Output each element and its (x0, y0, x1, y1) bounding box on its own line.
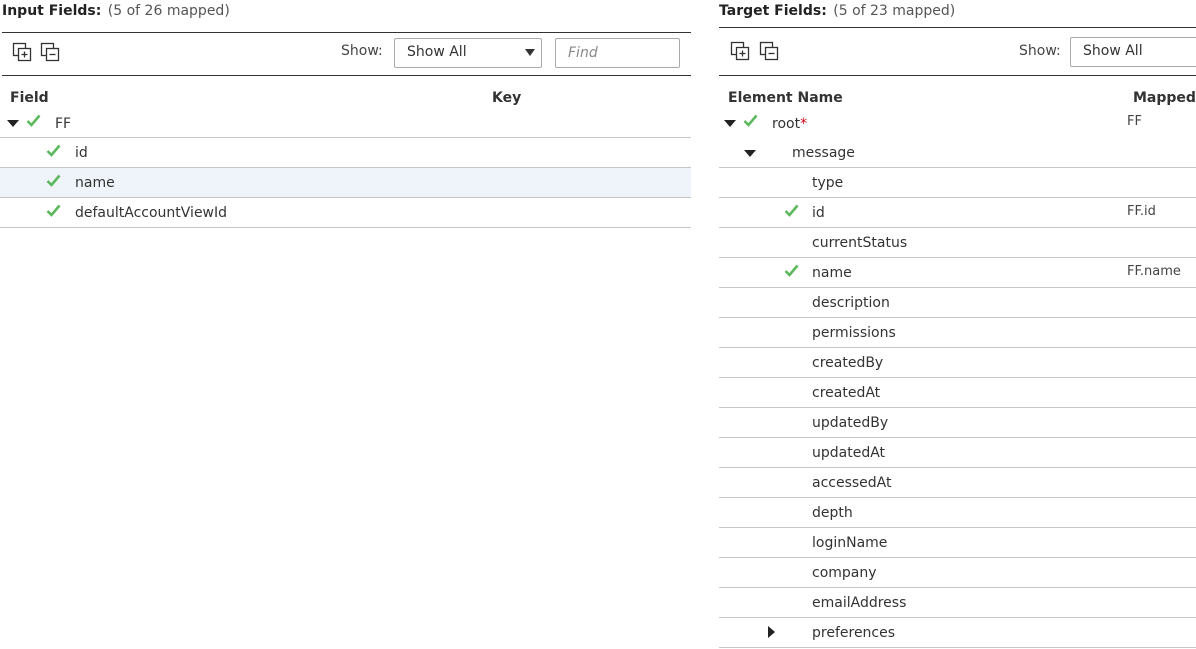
mapped-value: FF (1127, 114, 1142, 129)
field-name: FF (55, 116, 72, 132)
element-name: updatedBy (812, 415, 889, 431)
tree-row-permissions[interactable]: permissions (719, 318, 1196, 348)
mapped-value: FF.id (1127, 204, 1156, 219)
element-name: createdBy (812, 355, 884, 371)
tree-row-updatedat[interactable]: updatedAt (719, 438, 1196, 468)
tree-row-loginname[interactable]: loginName (719, 528, 1196, 558)
show-label: Show: (1019, 43, 1061, 59)
show-filter-select[interactable]: Show All (1070, 37, 1196, 67)
expand-caret-icon[interactable] (724, 120, 736, 127)
mapped-check-icon (46, 144, 61, 157)
tree-row-createdby[interactable]: createdBy (719, 348, 1196, 378)
input-fields-count: (5 of 26 mapped) (107, 3, 230, 19)
expand-all-button[interactable] (730, 41, 750, 61)
field-name: name (75, 175, 115, 191)
expand-all-icon (730, 41, 750, 61)
show-filter-select[interactable]: Show All (394, 38, 542, 68)
tree-row-name[interactable]: name FF.name (719, 258, 1196, 288)
input-fields-panel: Input Fields: (5 of 26 mapped) Show: Sho… (0, 0, 691, 649)
mapped-check-icon (784, 204, 799, 217)
mapped-check-icon (46, 174, 61, 187)
element-name-text: root (772, 116, 801, 132)
tree-row-updatedby[interactable]: updatedBy (719, 408, 1196, 438)
target-fields-title: Target Fields: (5 of 23 mapped) (719, 3, 955, 19)
target-fields-label: Target Fields: (719, 3, 827, 19)
element-name: createdAt (812, 385, 881, 401)
tree-row-depth[interactable]: depth (719, 498, 1196, 528)
tree-row-company[interactable]: company (719, 558, 1196, 588)
tree-row-currentstatus[interactable]: currentStatus (719, 228, 1196, 258)
mapped-check-icon (26, 114, 41, 127)
tree-row-root[interactable]: root* FF (719, 108, 1196, 138)
target-toolbar: Show: Show All (719, 27, 1196, 76)
collapse-all-icon (40, 42, 60, 62)
input-toolbar: Show: Show All (2, 32, 691, 76)
mapped-check-icon (743, 114, 758, 127)
element-name: description (812, 295, 890, 311)
tree-row-defaultaccountviewid[interactable]: defaultAccountViewId (0, 198, 691, 228)
mapped-check-icon (784, 264, 799, 277)
input-fields-title: Input Fields: (5 of 26 mapped) (2, 3, 230, 19)
field-name: id (75, 145, 88, 161)
tree-row-preferences[interactable]: preferences (719, 618, 1196, 648)
expand-caret-icon[interactable] (744, 150, 756, 157)
tree-row-message[interactable]: message (719, 138, 1196, 168)
element-name: accessedAt (812, 475, 892, 491)
tree-row-createdat[interactable]: createdAt (719, 378, 1196, 408)
field-name: defaultAccountViewId (75, 205, 228, 221)
element-name: permissions (812, 325, 896, 341)
mapped-value: FF.name (1127, 264, 1181, 279)
input-field-tree: FF id name defaultAccountViewId (0, 108, 691, 228)
element-name: currentStatus (812, 235, 908, 251)
collapse-all-button[interactable] (40, 42, 60, 62)
element-name: root* (772, 116, 807, 132)
tree-row-id[interactable]: id (0, 138, 691, 168)
expand-all-button[interactable] (12, 42, 32, 62)
element-name: name (812, 265, 852, 281)
tree-row-description[interactable]: description (719, 288, 1196, 318)
mapped-check-icon (46, 204, 61, 217)
element-name: company (812, 565, 877, 581)
field-column-header[interactable]: Field (10, 90, 49, 106)
expand-caret-icon[interactable] (7, 120, 19, 127)
tree-row-name[interactable]: name (0, 168, 691, 198)
collapse-all-icon (759, 41, 779, 61)
element-name: emailAddress (812, 595, 907, 611)
show-filter-value: Show All (407, 44, 467, 60)
show-label: Show: (341, 43, 383, 59)
element-name: id (812, 205, 825, 221)
element-name-column-header[interactable]: Element Name (728, 90, 843, 106)
tree-row-type[interactable]: type (719, 168, 1196, 198)
expand-caret-icon[interactable] (768, 626, 775, 638)
key-column-header[interactable]: Key (492, 90, 521, 106)
expand-all-icon (12, 42, 32, 62)
target-fields-count: (5 of 23 mapped) (833, 3, 956, 19)
show-filter-value: Show All (1083, 43, 1143, 59)
element-name: loginName (812, 535, 888, 551)
target-field-tree: root* FF message type id FF.id currentSt… (719, 108, 1196, 648)
tree-row-ff[interactable]: FF (0, 108, 691, 138)
collapse-all-button[interactable] (759, 41, 779, 61)
mapped-column-header[interactable]: Mapped (1133, 90, 1196, 106)
tree-row-id[interactable]: id FF.id (719, 198, 1196, 228)
chevron-down-icon (525, 49, 535, 56)
element-name: preferences (812, 625, 896, 641)
required-marker: * (800, 116, 808, 132)
target-fields-panel: Target Fields: (5 of 23 mapped) Show: Sh… (719, 0, 1196, 649)
tree-row-accessedat[interactable]: accessedAt (719, 468, 1196, 498)
input-fields-label: Input Fields: (2, 3, 102, 19)
tree-row-emailaddress[interactable]: emailAddress (719, 588, 1196, 618)
find-input[interactable] (555, 38, 680, 68)
element-name: depth (812, 505, 853, 521)
element-name: message (792, 145, 855, 161)
element-name: updatedAt (812, 445, 886, 461)
element-name: type (812, 175, 844, 191)
